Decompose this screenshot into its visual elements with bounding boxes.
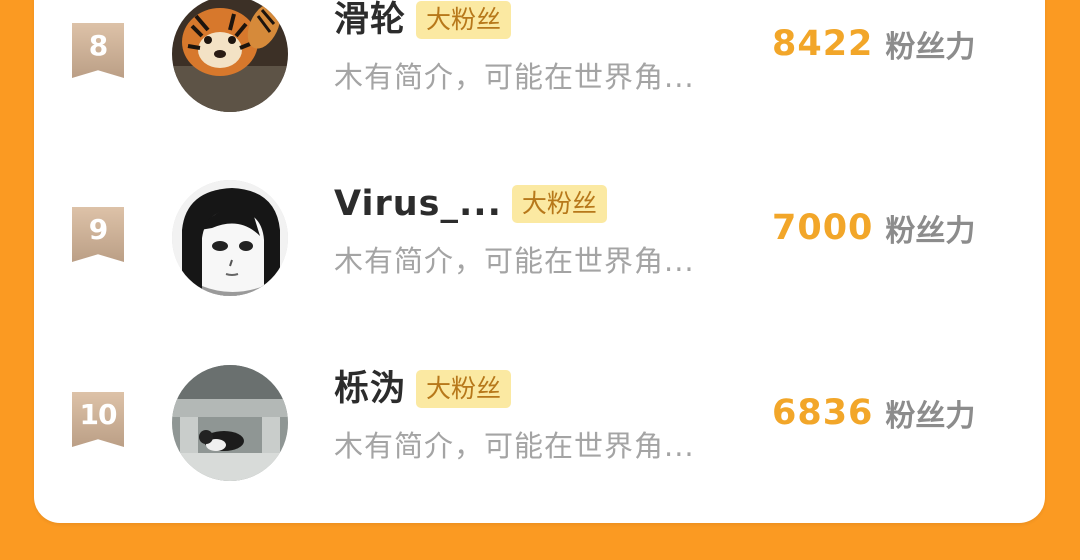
list-item[interactable]: 8 滑轮 大粉丝 木有简介，可能在世界角... 8422 粉丝力 [34, 0, 1045, 112]
fan-level-badge: 大粉丝 [416, 1, 512, 39]
score-value: 7000 [772, 208, 874, 248]
score-unit: 粉丝力 [885, 214, 976, 249]
fan-power-score: 8422 粉丝力 [772, 22, 975, 66]
rank-badge: 9 [72, 207, 124, 262]
list-item[interactable]: 10 栎沩 大粉丝 木有简介，可能在世界角... 6836 粉丝力 [34, 329, 1045, 481]
user-intro: 木有简介，可能在世界角... [334, 244, 695, 278]
fan-power-score: 7000 粉丝力 [772, 206, 975, 250]
user-name[interactable]: 栎沩 [334, 367, 406, 411]
tiger-avatar-icon[interactable] [172, 0, 288, 112]
score-unit: 粉丝力 [885, 399, 976, 434]
list-item[interactable]: 9 Virus_... 大粉丝 木有简介，可能在世界角... 7000 粉丝力 [34, 144, 1045, 296]
ranking-card: 8 滑轮 大粉丝 木有简介，可能在世界角... 8422 粉丝力 9 Virus… [34, 0, 1045, 523]
score-value: 6836 [772, 393, 874, 433]
rank-badge: 8 [72, 23, 124, 78]
user-name[interactable]: 滑轮 [334, 0, 406, 42]
fan-level-badge: 大粉丝 [416, 370, 512, 408]
cat-photo-avatar-icon[interactable] [172, 365, 288, 481]
score-value: 8422 [772, 24, 874, 64]
anime-girl-avatar-icon[interactable] [172, 180, 288, 296]
user-intro: 木有简介，可能在世界角... [334, 60, 695, 94]
fan-power-score: 6836 粉丝力 [772, 391, 975, 435]
fan-level-badge: 大粉丝 [511, 185, 607, 223]
rank-badge: 10 [72, 392, 124, 447]
user-intro: 木有简介，可能在世界角... [334, 429, 695, 463]
score-unit: 粉丝力 [885, 30, 976, 65]
user-name[interactable]: Virus_... [334, 182, 502, 226]
